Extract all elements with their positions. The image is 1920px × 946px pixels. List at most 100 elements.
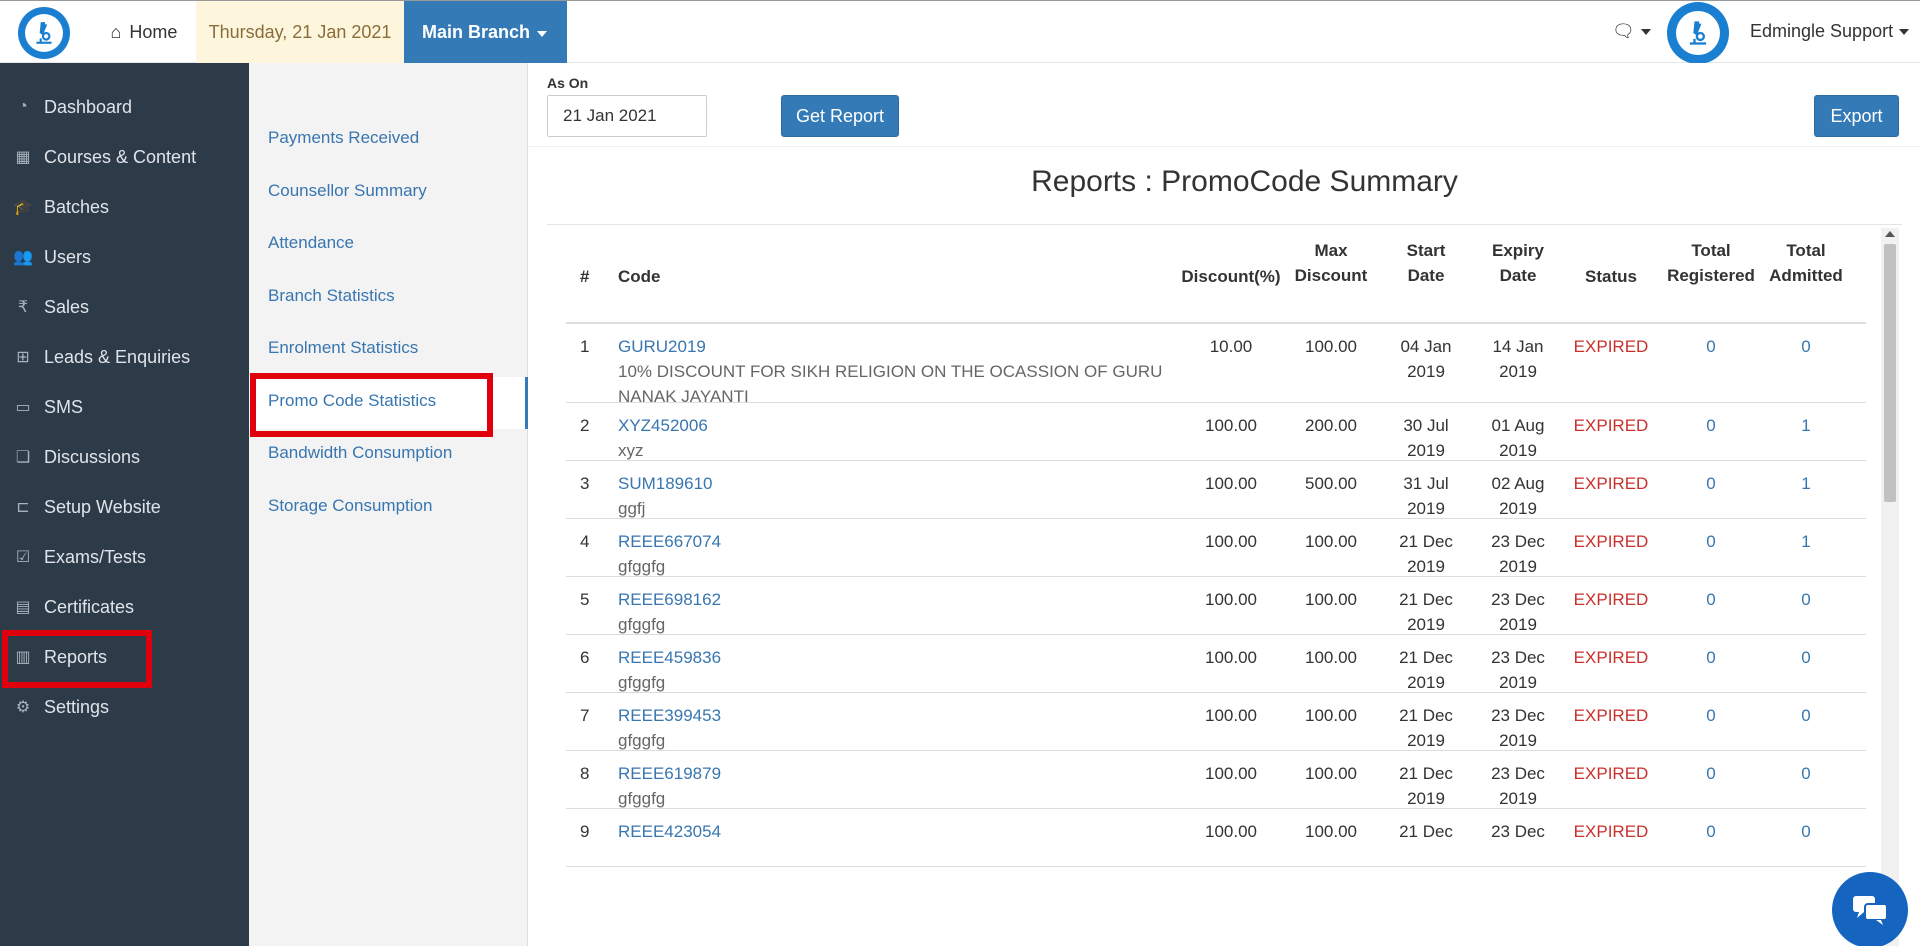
discount-value: 100.00 <box>1205 764 1257 783</box>
home-label: Home <box>129 21 178 42</box>
total-admitted-link[interactable]: 1 <box>1766 529 1846 554</box>
app-logo[interactable] <box>18 7 70 59</box>
total-admitted-link[interactable]: 0 <box>1766 761 1846 786</box>
discount-value: 100.00 <box>1205 706 1257 725</box>
expiry-date-day: 23 Dec <box>1491 822 1545 841</box>
sidebar-item-batches[interactable]: 🎓 Batches <box>0 182 249 232</box>
discount-value: 100.00 <box>1205 474 1257 493</box>
start-date-year: 2019 <box>1407 731 1445 750</box>
total-admitted-link[interactable]: 1 <box>1766 471 1846 496</box>
status-badge: EXPIRED <box>1573 416 1649 435</box>
total-registered-link[interactable]: 0 <box>1666 334 1756 359</box>
table-row: 6 REEE459836 gfggfg 100.00 100.00 21 Dec 2019 2… <box>566 635 1866 693</box>
sidebar-item-courses[interactable]: ▦ Courses & Content <box>0 132 249 182</box>
subnav-item-bandwidth-consumption[interactable]: Bandwidth Consumption <box>268 443 452 463</box>
scrollbar-thumb[interactable] <box>1884 244 1896 502</box>
as-on-date-input[interactable]: 21 Jan 2021 <box>547 95 707 137</box>
promo-code-description: gfggfg <box>618 615 666 634</box>
total-admitted-link[interactable]: 0 <box>1766 819 1846 844</box>
user-menu[interactable]: Edmingle Support <box>1750 21 1910 42</box>
total-registered-link[interactable]: 0 <box>1666 819 1756 844</box>
subnav-item-branch-statistics[interactable]: Branch Statistics <box>268 286 395 306</box>
promo-code-link[interactable]: XYZ452006 <box>618 413 1178 438</box>
scroll-up-arrow-icon[interactable] <box>1885 231 1895 237</box>
total-admitted-link[interactable]: 0 <box>1766 703 1846 728</box>
header-start-date: Start Date <box>1386 238 1466 288</box>
vertical-scrollbar[interactable] <box>1881 228 1899 946</box>
sidebar-item-label: Sales <box>44 296 90 317</box>
discount-value: 100.00 <box>1205 532 1257 551</box>
max-discount-value: 100.00 <box>1305 706 1357 725</box>
total-registered-link[interactable]: 0 <box>1666 761 1756 786</box>
subnav-item-storage-consumption[interactable]: Storage Consumption <box>268 496 432 516</box>
sidebar-item-sms[interactable]: ▭ SMS <box>0 382 249 432</box>
sitemap-icon: ⊞ <box>16 349 30 366</box>
promo-code-link[interactable]: REEE399453 <box>618 703 1178 728</box>
branch-selector[interactable]: Main Branch <box>404 1 567 63</box>
row-number: 3 <box>580 474 590 493</box>
table-row: 5 REEE698162 gfggfg 100.00 100.00 21 Dec 2019 2… <box>566 577 1866 635</box>
row-number: 4 <box>580 532 590 551</box>
total-registered-link[interactable]: 0 <box>1666 645 1756 670</box>
row-number: 5 <box>580 590 590 609</box>
expiry-date-day: 23 Dec <box>1491 590 1545 609</box>
caret-down-icon <box>537 31 547 37</box>
sidebar-item-exams[interactable]: ☑ Exams/Tests <box>0 532 249 582</box>
promo-code-link[interactable]: REEE619879 <box>618 761 1178 786</box>
row-number: 7 <box>580 706 590 725</box>
top-navbar: ⌂ Home Thursday, 21 Jan 2021 Main Branch… <box>0 0 1920 64</box>
promo-code-link[interactable]: REEE698162 <box>618 587 1178 612</box>
max-discount-value: 100.00 <box>1305 822 1357 841</box>
total-registered-link[interactable]: 0 <box>1666 471 1756 496</box>
promo-code-cell: XYZ452006 xyz <box>618 413 1178 463</box>
table-row: 2 XYZ452006 xyz 100.00 200.00 30 Jul 2019 01 Au… <box>566 403 1866 461</box>
promo-code-link[interactable]: REEE459836 <box>618 645 1178 670</box>
live-chat-button[interactable] <box>1832 872 1908 946</box>
start-date-year: 2019 <box>1407 441 1445 460</box>
total-admitted-link[interactable]: 1 <box>1766 413 1846 438</box>
total-registered-link[interactable]: 0 <box>1666 529 1756 554</box>
start-date-day: 21 Dec <box>1399 706 1453 725</box>
start-date-year: 2019 <box>1407 789 1445 808</box>
max-discount-value: 200.00 <box>1305 416 1357 435</box>
sidebar-item-discussions[interactable]: ❏ Discussions <box>0 432 249 482</box>
header-max-line2: Discount <box>1294 266 1368 285</box>
header-total-admitted: Total Admitted <box>1766 238 1846 288</box>
sidebar-item-sales[interactable]: ₹ Sales <box>0 282 249 332</box>
promo-code-link[interactable]: REEE667074 <box>618 529 1178 554</box>
sidebar-item-users[interactable]: 👥 Users <box>0 232 249 282</box>
promo-code-cell: REEE698162 gfggfg <box>618 587 1178 637</box>
subnav-item-counsellor-summary[interactable]: Counsellor Summary <box>268 181 427 201</box>
sidebar-item-leads[interactable]: ⊞ Leads & Enquiries <box>0 332 249 382</box>
row-number: 1 <box>580 337 590 356</box>
gear-icon: ⚙ <box>15 699 31 716</box>
total-registered-link[interactable]: 0 <box>1666 587 1756 612</box>
total-admitted-link[interactable]: 0 <box>1766 334 1846 359</box>
subnav-item-attendance[interactable]: Attendance <box>268 233 354 253</box>
start-date-value: 21 Dec 2019 <box>1386 587 1466 637</box>
chat-menu[interactable]: 🗨 <box>1612 21 1651 42</box>
export-button[interactable]: Export <box>1814 95 1899 137</box>
total-admitted-link[interactable]: 0 <box>1766 645 1846 670</box>
sidebar-item-certificates[interactable]: ▤ Certificates <box>0 582 249 632</box>
promo-code-link[interactable]: GURU2019 <box>618 334 1178 359</box>
get-report-button[interactable]: Get Report <box>781 95 899 137</box>
avatar[interactable] <box>1667 2 1729 64</box>
subnav-item-enrolment-statistics[interactable]: Enrolment Statistics <box>268 338 418 358</box>
sidebar-item-dashboard[interactable]: ◔ Dashboard <box>0 82 249 132</box>
sidebar-item-setup-website[interactable]: ⊏ Setup Website <box>0 482 249 532</box>
sidebar-item-settings[interactable]: ⚙ Settings <box>0 682 249 732</box>
row-number: 9 <box>580 822 590 841</box>
subnav-item-payments-received[interactable]: Payments Received <box>268 128 419 148</box>
discount-value: 10.00 <box>1209 337 1253 356</box>
total-admitted-link[interactable]: 0 <box>1766 587 1846 612</box>
promo-code-link[interactable]: SUM189610 <box>618 471 1178 496</box>
total-registered-link[interactable]: 0 <box>1666 703 1756 728</box>
divider <box>529 146 1920 147</box>
promo-code-link[interactable]: REEE423054 <box>618 819 1178 844</box>
start-date-day: 04 Jan <box>1400 337 1452 356</box>
status-badge: EXPIRED <box>1573 648 1649 667</box>
reports-highlight-box <box>2 630 152 688</box>
home-link[interactable]: ⌂ Home <box>96 1 192 63</box>
total-registered-link[interactable]: 0 <box>1666 413 1756 438</box>
